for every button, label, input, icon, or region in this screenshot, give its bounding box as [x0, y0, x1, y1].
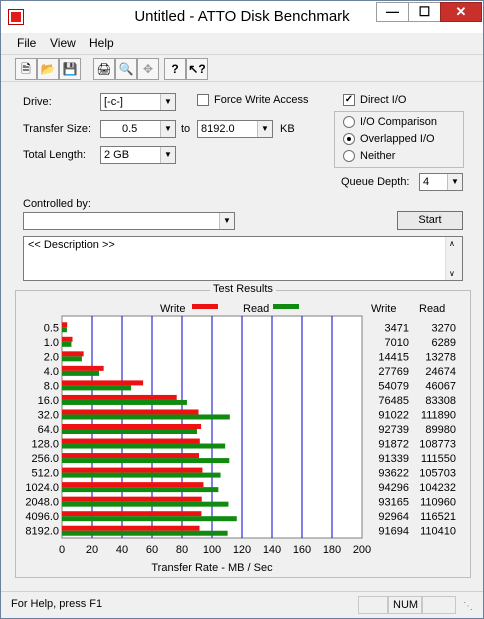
help-icon[interactable]: ? — [164, 58, 186, 80]
controlled-by-label: Controlled by: — [23, 198, 91, 210]
transfer-from-value: 0.5 — [122, 123, 138, 135]
maximize-button[interactable]: ☐ — [408, 2, 441, 22]
controlled-by-select[interactable]: ▼ — [23, 212, 235, 230]
title-bar[interactable]: Untitled - ATTO Disk Benchmark — ☐ ✕ — [1, 1, 483, 33]
transfer-size-label: Transfer Size: — [23, 123, 92, 135]
overlapped-io-radio[interactable] — [343, 133, 355, 145]
start-button[interactable]: Start — [397, 211, 463, 230]
chevron-down-icon: ▼ — [447, 174, 462, 190]
status-pane-caps — [358, 596, 388, 614]
io-comparison-radio[interactable] — [343, 116, 355, 128]
transfer-to-value: 8192.0 — [201, 123, 235, 135]
menu-help[interactable]: Help — [89, 36, 114, 50]
toolbar: 🗎 📂 💾 🖨 🔍 ✥ ? ↖? — [1, 54, 483, 82]
save-icon[interactable]: 💾 — [59, 58, 81, 80]
minimize-button[interactable]: — — [376, 2, 409, 22]
move-icon[interactable]: ✥ — [137, 58, 159, 80]
total-length-label: Total Length: — [23, 149, 86, 161]
print-icon[interactable]: 🖨 — [93, 58, 115, 80]
description-scrollbar[interactable]: ∧ ∨ — [445, 237, 462, 280]
open-icon[interactable]: 📂 — [37, 58, 59, 80]
status-pane-scroll — [422, 596, 456, 614]
scroll-up-icon[interactable]: ∧ — [449, 239, 455, 248]
to-label: to — [181, 123, 191, 135]
drive-select[interactable]: [-c-] ▼ — [100, 93, 176, 111]
direct-io-checkbox[interactable]: ✓ — [343, 94, 355, 106]
chevron-down-icon: ▼ — [219, 213, 234, 229]
menu-bar: File View Help — [1, 33, 483, 53]
force-write-label: Force Write Access — [214, 94, 309, 106]
app-window: Untitled - ATTO Disk Benchmark — ☐ ✕ Fil… — [0, 0, 484, 619]
queue-depth-value: 4 — [423, 176, 430, 188]
queue-depth-select[interactable]: 4 ▼ — [419, 173, 463, 191]
transfer-from-select[interactable]: 0.5 ▼ — [100, 120, 176, 138]
description-field[interactable]: << Description >> ∧ ∨ — [23, 236, 463, 281]
overlapped-io-label: Overlapped I/O — [360, 133, 435, 145]
status-bar: For Help, press F1 NUM ⋱ — [1, 591, 483, 618]
help-status: For Help, press F1 — [11, 598, 103, 610]
chevron-down-icon: ▼ — [160, 94, 175, 110]
new-icon[interactable]: 🗎 — [15, 58, 37, 80]
num-lock-indicator: NUM — [388, 596, 422, 614]
neither-radio[interactable] — [343, 150, 355, 162]
test-results-group: Test Results — [15, 283, 471, 578]
total-length-select[interactable]: 2 GB ▼ — [100, 146, 176, 164]
description-text: << Description >> — [28, 239, 115, 251]
chevron-down-icon: ▼ — [160, 147, 175, 163]
drive-label: Drive: — [23, 96, 52, 108]
kb-label: KB — [280, 123, 295, 135]
menu-file[interactable]: File — [17, 36, 36, 50]
queue-depth-label: Queue Depth: — [341, 176, 410, 188]
resize-grip-icon[interactable]: ⋱ — [463, 601, 473, 612]
context-help-icon[interactable]: ↖? — [186, 58, 208, 80]
io-comparison-label: I/O Comparison — [360, 116, 438, 128]
test-results-title: Test Results — [210, 283, 276, 295]
print-preview-icon[interactable]: 🔍 — [115, 58, 137, 80]
scroll-down-icon[interactable]: ∨ — [449, 269, 455, 278]
transfer-to-select[interactable]: 8192.0 ▼ — [197, 120, 273, 138]
total-length-value: 2 GB — [104, 149, 130, 161]
direct-io-label: Direct I/O — [360, 94, 407, 106]
chevron-down-icon: ▼ — [160, 121, 175, 137]
chevron-down-icon: ▼ — [257, 121, 272, 137]
close-button[interactable]: ✕ — [440, 2, 482, 22]
drive-value: [-c-] — [104, 96, 123, 108]
neither-label: Neither — [360, 150, 396, 162]
menu-view[interactable]: View — [50, 36, 76, 50]
force-write-checkbox[interactable] — [197, 94, 209, 106]
